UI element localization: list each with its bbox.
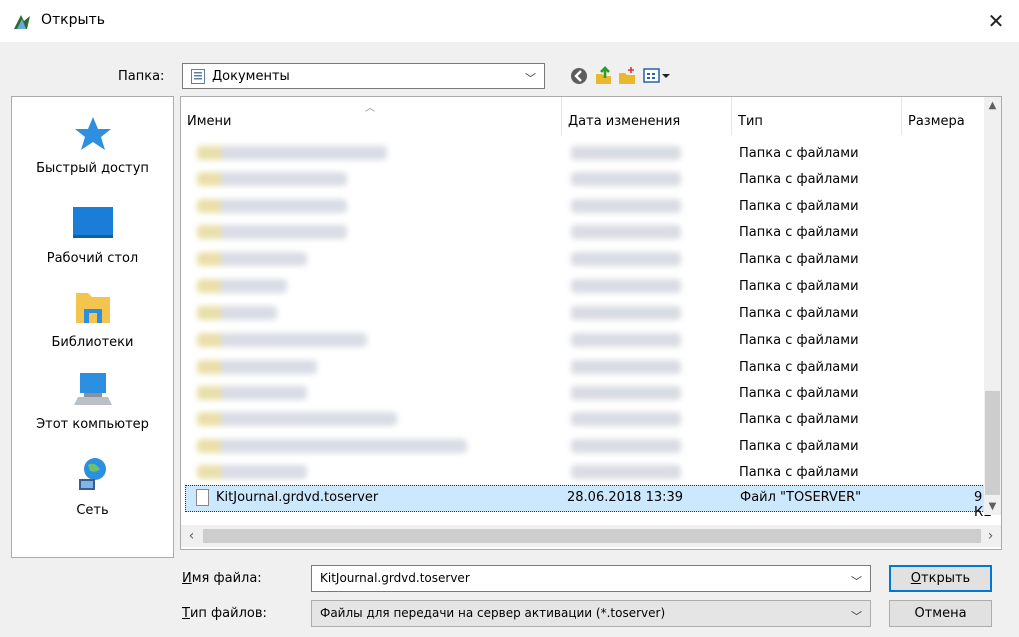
list-item[interactable]: Папка с файлами — [181, 300, 981, 326]
back-icon[interactable] — [569, 66, 589, 86]
place-label: Рабочий стол — [46, 251, 139, 266]
list-item[interactable]: Папка с файлами — [181, 193, 981, 219]
list-item[interactable]: Папка с файлами — [181, 433, 981, 459]
list-item[interactable]: Папка с файлами — [181, 406, 981, 432]
file-list[interactable]: Имени ︿ Дата изменения Тип Размера Папка… — [180, 96, 1002, 550]
file-name: KitJournal.grdvd.toserver — [216, 490, 379, 505]
place-label: Библиотеки — [51, 335, 134, 350]
libraries-icon — [76, 293, 110, 323]
column-name[interactable]: Имени ︿ — [181, 97, 562, 135]
place-libraries[interactable]: Библиотеки — [12, 287, 173, 367]
chevron-down-icon: ﹀ — [525, 72, 536, 85]
window-title: Открыть — [41, 12, 105, 28]
file-icon — [196, 489, 209, 506]
list-header: Имени ︿ Дата изменения Тип Размера — [181, 97, 981, 135]
list-item[interactable]: Папка с файлами — [181, 459, 981, 485]
list-item[interactable]: Папка с файлами — [181, 246, 981, 272]
file-date: 28.06.2018 13:39 — [567, 490, 684, 505]
quick-access-star-icon — [75, 117, 111, 150]
file-type: Файл "TOSERVER" — [740, 490, 862, 505]
folder-value: Документы — [212, 69, 290, 84]
up-folder-icon[interactable] — [593, 66, 613, 86]
filetype-label: Тип файлов: — [182, 606, 267, 621]
place-desktop[interactable]: Рабочий стол — [12, 203, 173, 283]
place-label: Сеть — [76, 503, 109, 518]
list-item[interactable]: Папка с файлами — [181, 273, 981, 299]
place-label: Этот компьютер — [36, 417, 149, 432]
sort-ascending-icon: ︿ — [365, 103, 375, 114]
list-item[interactable]: Папка с файлами — [181, 354, 981, 380]
chevron-down-icon[interactable]: ﹀ — [851, 573, 862, 589]
folder-label: Папка: — [118, 69, 165, 84]
scroll-up-icon[interactable]: ▲ — [984, 97, 1001, 114]
folder-select[interactable]: Документы ﹀ — [182, 63, 545, 89]
cancel-button[interactable]: Отмена — [889, 600, 992, 627]
title-bar: Открыть ✕ — [0, 0, 1019, 42]
column-size[interactable]: Размера — [902, 97, 982, 135]
app-icon — [14, 15, 30, 29]
list-item[interactable]: Папка с файлами — [181, 380, 981, 406]
list-item[interactable]: Папка с файлами — [181, 219, 981, 245]
places-bar: Быстрый доступ Рабочий стол Библиотеки Э… — [11, 96, 174, 558]
close-button[interactable]: ✕ — [973, 0, 1019, 42]
list-item[interactable]: Папка с файлами — [181, 166, 981, 192]
place-label: Быстрый доступ — [36, 161, 149, 176]
scroll-right-icon[interactable]: › — [982, 527, 999, 544]
scroll-left-icon[interactable]: ‹ — [183, 527, 200, 544]
list-item[interactable]: Папка с файлами — [181, 327, 981, 353]
scroll-thumb-horizontal[interactable] — [203, 529, 981, 543]
horizontal-scrollbar[interactable]: ‹ › — [181, 525, 1001, 547]
selected-file-row[interactable]: KitJournal.grdvd.toserver 28.06.2018 13:… — [185, 485, 999, 520]
documents-icon — [191, 69, 205, 84]
list-item[interactable]: Папка с файлами — [181, 140, 981, 166]
scroll-down-icon[interactable]: ▼ — [984, 498, 1001, 515]
place-quick-access[interactable]: Быстрый доступ — [12, 113, 173, 193]
column-type[interactable]: Тип — [732, 97, 902, 135]
filetype-select[interactable]: Файлы для передачи на сервер активации (… — [311, 600, 871, 627]
desktop-icon — [73, 207, 113, 238]
vertical-scrollbar[interactable]: ▲ ▼ — [984, 97, 1001, 515]
filename-label: Имя файла: — [182, 571, 262, 586]
scroll-thumb[interactable] — [985, 391, 1000, 495]
computer-icon — [74, 373, 112, 405]
view-menu-icon[interactable] — [643, 66, 671, 86]
column-date[interactable]: Дата изменения — [562, 97, 732, 135]
place-network[interactable]: Сеть — [12, 455, 173, 535]
chevron-down-icon[interactable]: ﹀ — [851, 608, 862, 624]
place-this-pc[interactable]: Этот компьютер — [12, 369, 173, 449]
new-folder-icon[interactable] — [617, 66, 637, 86]
network-icon — [79, 458, 106, 490]
open-button[interactable]: Открыть — [889, 565, 992, 592]
filename-input[interactable]: KitJournal.grdvd.toserver ﹀ — [311, 565, 871, 592]
